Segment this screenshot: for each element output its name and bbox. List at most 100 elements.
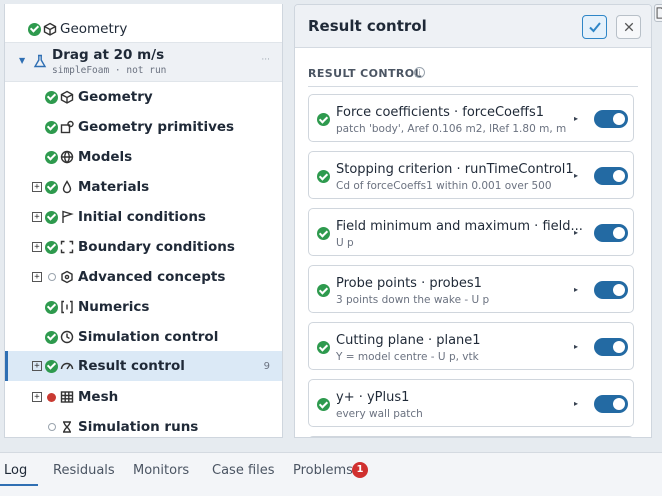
tree-item-result-control[interactable]: + Result control 9 xyxy=(5,351,282,381)
study-name: Drag at 20 m/s xyxy=(52,47,165,63)
ok-status-icon xyxy=(317,284,330,297)
error-status-icon xyxy=(47,392,56,402)
tree-item-materials[interactable]: + Materials xyxy=(5,172,282,202)
case-tree: Geometry ▼ Drag at 20 m/s simpleFoam · n… xyxy=(4,4,283,438)
tree-item-numerics[interactable]: Numerics xyxy=(5,292,282,322)
numerics-icon xyxy=(60,300,74,314)
enable-toggle[interactable] xyxy=(594,338,628,356)
expand-arrow-icon[interactable]: ▸ xyxy=(574,228,578,237)
idle-status-icon xyxy=(48,423,56,431)
tree-item-geometry-root[interactable]: Geometry xyxy=(5,14,282,44)
card-yplus[interactable]: y+ · yPlus1 every wall patch ▸ xyxy=(308,379,634,427)
hexagon-icon xyxy=(60,270,74,284)
panel-side-button[interactable] xyxy=(654,4,662,22)
card-subtitle: every wall patch xyxy=(336,408,423,420)
card-title: Probe points · probes1 xyxy=(336,276,482,291)
boundary-icon xyxy=(60,240,74,254)
expand-icon[interactable]: + xyxy=(32,212,42,222)
enable-toggle[interactable] xyxy=(594,281,628,299)
info-icon[interactable]: i xyxy=(414,67,425,78)
tree-item-initial-conditions[interactable]: + Initial conditions xyxy=(5,202,282,232)
enable-toggle[interactable] xyxy=(594,110,628,128)
gauge-icon xyxy=(60,359,74,373)
study-row[interactable]: ▼ Drag at 20 m/s simpleFoam · not run ··… xyxy=(5,42,282,82)
section-label: RESULT CONTROL xyxy=(308,67,422,80)
tree-label: Advanced concepts xyxy=(78,269,226,285)
panel-title: Result control xyxy=(308,17,427,35)
ok-status-icon xyxy=(45,120,58,134)
tree-label: Numerics xyxy=(78,299,150,315)
tree-label: Simulation runs xyxy=(78,419,199,435)
expand-icon[interactable]: + xyxy=(32,182,42,192)
tab-case-files[interactable]: Case files xyxy=(212,463,275,478)
tree-label: Simulation control xyxy=(78,329,219,345)
more-icon[interactable]: ··· xyxy=(261,55,270,65)
card-probe-points[interactable]: Probe points · probes1 3 points down the… xyxy=(308,265,634,313)
cube-icon xyxy=(60,90,74,104)
tree-label: Materials xyxy=(78,179,150,195)
tab-problems[interactable]: Problems xyxy=(293,463,353,478)
card-title: Field minimum and maximum · field... xyxy=(336,219,583,234)
ok-status-icon xyxy=(45,240,58,254)
expand-arrow-icon[interactable]: ▸ xyxy=(574,285,578,294)
expand-icon[interactable]: + xyxy=(32,392,42,402)
expand-arrow-icon[interactable]: ▸ xyxy=(574,114,578,123)
drop-icon xyxy=(60,180,74,194)
ok-status-icon xyxy=(317,398,330,411)
tree-item-boundary-conditions[interactable]: + Boundary conditions xyxy=(5,232,282,262)
tree-item-simulation-control[interactable]: Simulation control xyxy=(5,322,282,352)
ok-status-icon xyxy=(45,210,58,224)
enable-toggle[interactable] xyxy=(594,167,628,185)
card-partial xyxy=(308,436,634,437)
bottom-tab-bar: Log Residuals Monitors Case files Proble… xyxy=(0,452,662,496)
tree-item-models[interactable]: Models xyxy=(5,142,282,172)
result-control-panel: Result control RESULT CONTROL i Force co… xyxy=(294,4,652,438)
enable-toggle[interactable] xyxy=(594,224,628,242)
tree-label: Boundary conditions xyxy=(78,239,235,255)
runs-icon xyxy=(60,420,74,434)
ok-status-icon xyxy=(317,341,330,354)
card-title: Cutting plane · plane1 xyxy=(336,333,481,348)
problems-count-badge: 1 xyxy=(352,462,368,478)
grid-icon xyxy=(60,390,74,404)
expand-icon[interactable]: + xyxy=(32,272,42,282)
tree-label: Initial conditions xyxy=(78,209,206,225)
card-field-min-max[interactable]: Field minimum and maximum · field... U p… xyxy=(308,208,634,256)
card-title: Stopping criterion · runTimeControl1 xyxy=(336,162,574,177)
ok-status-icon xyxy=(317,170,330,183)
document-icon xyxy=(656,7,662,19)
section-divider xyxy=(308,86,638,87)
expand-icon[interactable]: + xyxy=(32,361,42,371)
expand-arrow-icon[interactable]: ▸ xyxy=(574,342,578,351)
cube-icon xyxy=(43,22,57,36)
flask-icon xyxy=(33,54,47,72)
tab-monitors[interactable]: Monitors xyxy=(133,463,189,478)
enable-toggle[interactable] xyxy=(594,395,628,413)
expand-arrow-icon[interactable]: ▸ xyxy=(574,171,578,180)
expand-arrow-icon[interactable]: ▸ xyxy=(574,399,578,408)
idle-status-icon xyxy=(48,273,56,281)
tab-residuals[interactable]: Residuals xyxy=(53,463,115,478)
tree-item-simulation-runs[interactable]: Simulation runs xyxy=(5,412,282,437)
ok-status-icon xyxy=(45,300,58,314)
check-icon xyxy=(588,22,601,33)
card-stopping-criterion[interactable]: Stopping criterion · runTimeControl1 Cd … xyxy=(308,151,634,199)
study-subtitle: simpleFoam · not run xyxy=(52,65,167,76)
tree-item-geometry-primitives[interactable]: Geometry primitives xyxy=(5,112,282,142)
apply-button[interactable] xyxy=(582,15,607,39)
ok-status-icon xyxy=(28,22,41,36)
ok-status-icon xyxy=(45,180,58,194)
card-subtitle: Cd of forceCoeffs1 within 0.001 over 500 xyxy=(336,180,552,192)
close-button[interactable] xyxy=(616,15,641,39)
tree-item-geometry[interactable]: Geometry xyxy=(5,82,282,112)
ok-status-icon xyxy=(317,113,330,126)
card-subtitle: U p xyxy=(336,237,354,249)
tree-item-mesh[interactable]: + Mesh xyxy=(5,382,282,412)
card-subtitle: Y = model centre - U p, vtk xyxy=(336,351,479,363)
expand-icon[interactable]: + xyxy=(32,242,42,252)
card-cutting-plane[interactable]: Cutting plane · plane1 Y = model centre … xyxy=(308,322,634,370)
collapse-arrow-icon[interactable]: ▼ xyxy=(19,56,25,65)
card-force-coefficients[interactable]: Force coefficients · forceCoeffs1 patch … xyxy=(308,94,634,142)
tree-item-advanced-concepts[interactable]: + Advanced concepts xyxy=(5,262,282,292)
tab-log[interactable]: Log xyxy=(4,463,27,478)
